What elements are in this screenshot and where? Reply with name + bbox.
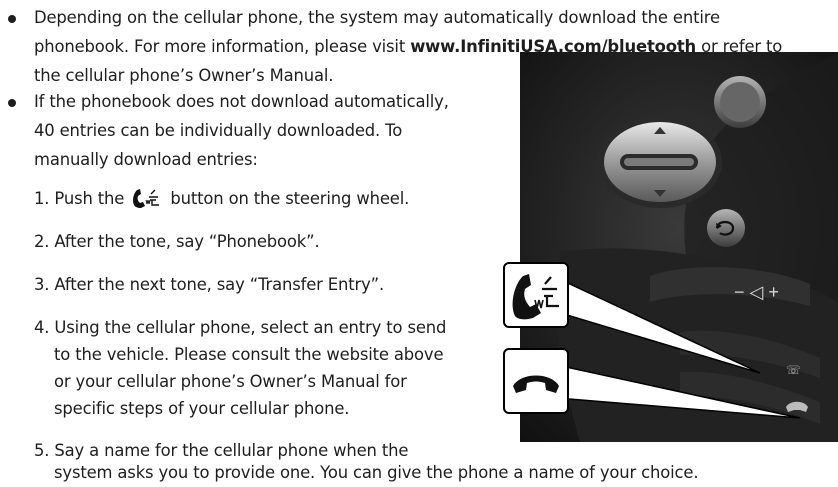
callout-leaders: [556, 276, 801, 419]
phone-hangup-icon: [513, 375, 559, 393]
talk-callout-leader: [556, 276, 761, 374]
talk-button-callout: [503, 262, 569, 328]
hangup-callout-leader: [556, 364, 801, 419]
hangup-button-callout: [503, 348, 569, 414]
phone-talk-icon: [512, 274, 559, 320]
